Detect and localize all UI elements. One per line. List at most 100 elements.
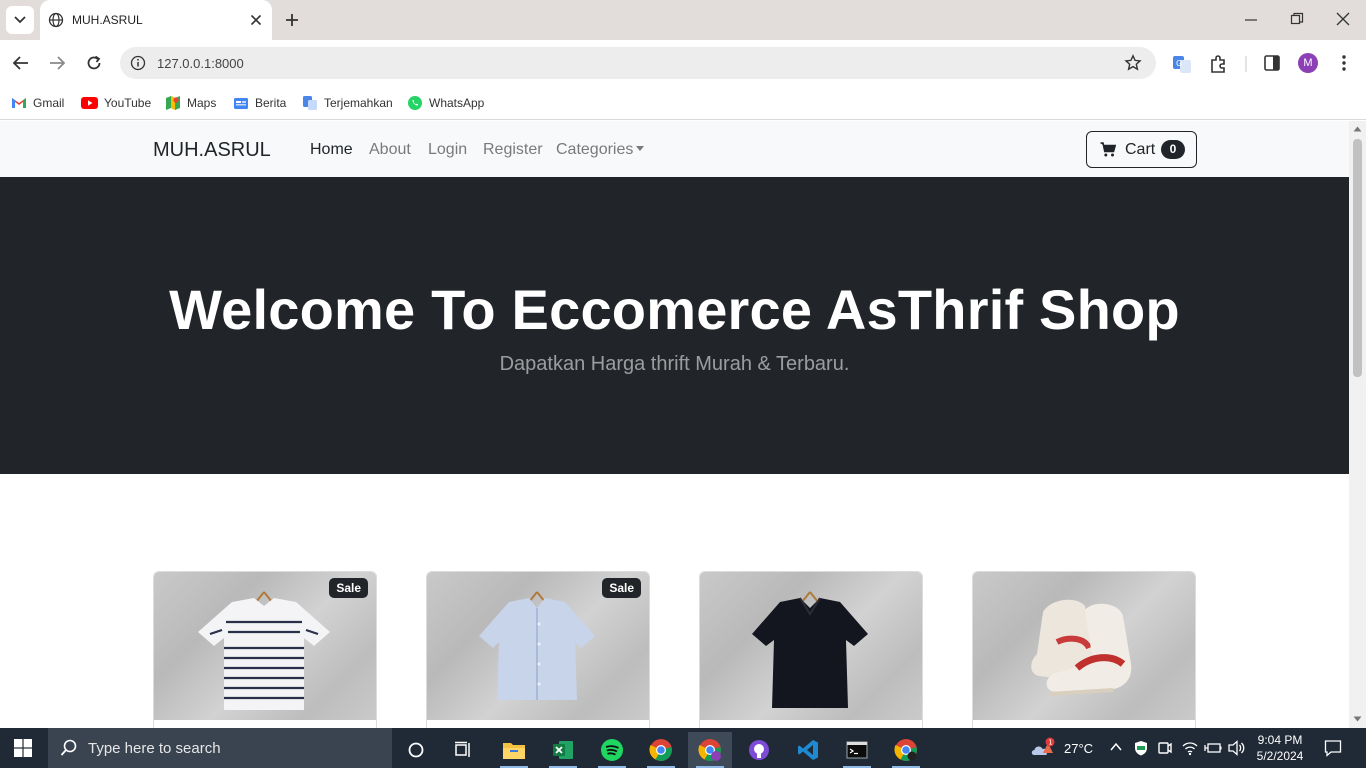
taskbar-chrome-1[interactable]	[639, 732, 683, 768]
google-translate-icon[interactable]: G	[1172, 54, 1192, 74]
tab-search-button[interactable]	[6, 6, 34, 34]
scrollbar-thumb[interactable]	[1353, 139, 1362, 377]
close-window-icon[interactable]	[1336, 12, 1350, 26]
weather-widget[interactable]: 1 27°C	[1030, 728, 1093, 768]
product-image: Sale	[427, 572, 649, 720]
scroll-down-arrow-icon[interactable]	[1353, 716, 1362, 722]
cortana-button[interactable]	[394, 732, 438, 768]
browser-tab-strip: MUH.ASRUL	[0, 0, 1366, 40]
side-panel-icon[interactable]	[1263, 54, 1281, 72]
cart-icon	[1100, 142, 1116, 157]
browser-tab[interactable]: MUH.ASRUL	[40, 0, 272, 40]
back-icon[interactable]	[12, 54, 30, 72]
tray-overflow-chevron-icon[interactable]	[1110, 742, 1122, 752]
taskbar-chrome-2[interactable]	[688, 732, 732, 768]
notification-center-icon[interactable]	[1324, 739, 1342, 757]
chrome-profile-icon	[698, 739, 721, 761]
bookmark-label: Gmail	[33, 96, 65, 110]
bookmark-label: Berita	[255, 96, 287, 110]
battery-icon[interactable]	[1204, 741, 1222, 755]
bookmark-gmail[interactable]: Gmail	[11, 93, 64, 113]
taskbar-terminal[interactable]	[835, 732, 879, 768]
profile-avatar[interactable]: M	[1298, 53, 1318, 73]
whatsapp-icon	[408, 96, 422, 110]
hero-subtitle: Dapatkan Harga thrift Murah & Terbaru.	[499, 353, 850, 375]
new-tab-icon[interactable]	[282, 10, 302, 30]
gmail-icon	[12, 98, 26, 108]
windows-start-icon[interactable]	[14, 739, 32, 757]
page-scrollbar[interactable]	[1349, 121, 1366, 728]
bookmark-star-icon[interactable]	[1124, 54, 1142, 72]
network-icon[interactable]	[1182, 740, 1198, 756]
forward-icon[interactable]	[48, 54, 66, 72]
weather-temperature: 27°C	[1064, 740, 1094, 756]
bookmark-terjemahkan[interactable]: Terjemahkan	[302, 93, 393, 113]
globe-icon	[48, 12, 64, 28]
excel-icon	[553, 741, 573, 759]
taskbar-clock[interactable]: 9:04 PM 5/2/2024	[1248, 732, 1312, 764]
sale-badge: Sale	[329, 578, 368, 598]
close-icon[interactable]	[248, 12, 264, 28]
product-card[interactable]: Sale	[153, 571, 377, 728]
product-card[interactable]	[699, 571, 923, 728]
product-image: Sale	[154, 572, 376, 720]
nav-link-login[interactable]: Login	[428, 141, 467, 159]
taskbar-spotify[interactable]	[590, 732, 634, 768]
vscode-icon	[798, 740, 818, 760]
sale-badge: Sale	[602, 578, 641, 598]
product-image	[700, 572, 922, 720]
minimize-icon[interactable]	[1244, 12, 1258, 26]
nav-link-register[interactable]: Register	[483, 141, 543, 159]
product-card[interactable]	[972, 571, 1196, 728]
youtube-icon	[81, 97, 98, 109]
volume-icon[interactable]	[1228, 740, 1246, 756]
product-card[interactable]: Sale	[426, 571, 650, 728]
nav-dropdown-categories[interactable]: Categories	[556, 141, 645, 159]
taskbar-chrome-3[interactable]	[884, 732, 928, 768]
bookmark-berita[interactable]: Berita	[233, 93, 286, 113]
taskbar-excel[interactable]	[541, 732, 585, 768]
site-navbar: MUH.ASRUL Home About Login Register Cate…	[0, 121, 1349, 177]
cart-label: Cart	[1125, 141, 1156, 158]
nav-link-about[interactable]: About	[369, 141, 411, 159]
cart-count-badge: 0	[1161, 140, 1185, 159]
taskbar-vscode[interactable]	[786, 732, 830, 768]
product-image	[973, 572, 1195, 720]
chevron-down-icon	[14, 16, 26, 24]
reload-icon[interactable]	[85, 54, 103, 72]
hero-title: Welcome To Eccomerce AsThrif Shop	[169, 278, 1180, 341]
cart-button[interactable]: Cart 0	[1086, 131, 1197, 168]
bookmark-youtube[interactable]: YouTube	[81, 93, 151, 113]
security-shield-icon[interactable]	[1133, 740, 1149, 756]
search-icon	[60, 739, 77, 756]
taskbar-file-explorer[interactable]	[492, 732, 536, 768]
taskbar-search-box[interactable]: Type here to search	[48, 728, 392, 768]
weather-alert-count: 1	[1048, 739, 1052, 747]
nav-link-home[interactable]: Home	[310, 141, 353, 159]
nav-link-categories-label: Categories	[556, 141, 634, 158]
kebab-menu-icon[interactable]	[1336, 54, 1352, 72]
bookmark-label: Maps	[187, 96, 217, 110]
clock-date: 5/2/2024	[1256, 749, 1304, 763]
restore-icon[interactable]	[1290, 12, 1304, 26]
scroll-up-arrow-icon[interactable]	[1353, 126, 1362, 132]
toolbar-divider	[1245, 56, 1247, 72]
task-view-icon	[455, 741, 470, 757]
site-info-icon[interactable]	[130, 55, 146, 71]
bookmarks-bar: Gmail YouTube Maps Berita Terjemahkan Wh…	[0, 86, 1366, 120]
weather-icon: 1	[1031, 737, 1055, 755]
site-brand[interactable]: MUH.ASRUL	[153, 139, 271, 162]
spotify-icon	[601, 739, 623, 761]
extensions-icon[interactable]	[1209, 54, 1229, 74]
taskbar-search-placeholder: Type here to search	[88, 740, 221, 757]
bookmark-maps[interactable]: Maps	[165, 93, 216, 113]
github-icon	[749, 740, 769, 760]
windows-taskbar: Type here to search 1 27°C 9:04 PM 5/2/2…	[0, 728, 1366, 768]
caret-down-icon	[636, 145, 645, 151]
address-bar[interactable]: 127.0.0.1:8000	[120, 47, 1156, 79]
taskbar-github[interactable]	[737, 732, 781, 768]
cortana-circle-icon	[408, 742, 424, 758]
bookmark-whatsapp[interactable]: WhatsApp	[407, 93, 484, 113]
meet-now-icon[interactable]	[1158, 740, 1172, 756]
task-view-button[interactable]	[442, 732, 486, 768]
